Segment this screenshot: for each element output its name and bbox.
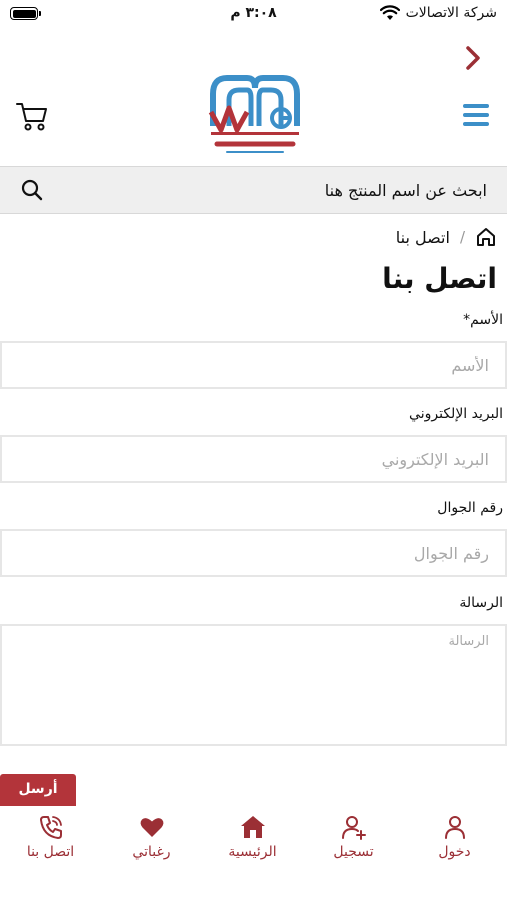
phone-label: رقم الجوال <box>437 500 503 516</box>
message-label: الرسالة <box>459 595 503 611</box>
page-title: اتصل بنا <box>382 262 497 295</box>
breadcrumb: / اتصل بنا <box>396 226 497 248</box>
nav-label: دخول <box>438 844 471 860</box>
name-label: الأسم* <box>463 312 503 328</box>
carrier-name: شركة الاتصالات <box>405 5 497 21</box>
cart-icon[interactable] <box>15 100 49 132</box>
home-icon <box>240 816 265 838</box>
user-icon <box>444 816 465 839</box>
warranty-gate-logo <box>208 75 300 153</box>
search-input[interactable] <box>67 167 507 213</box>
name-field[interactable] <box>0 341 507 389</box>
nav-item-contact[interactable]: اتصل بنا <box>0 814 101 860</box>
nav-item-home[interactable]: الرئيسية <box>202 814 303 860</box>
nav-item-register[interactable]: تسجيل <box>303 814 404 860</box>
nav-label: الرئيسية <box>228 844 277 860</box>
nav-label: تسجيل <box>333 844 374 860</box>
home-icon[interactable] <box>475 226 497 248</box>
bottom-nav: اتصل بنا رغباتي الرئيسية تسجيل دخول <box>0 806 507 900</box>
breadcrumb-separator: / <box>459 228 465 246</box>
heart-icon <box>140 818 163 837</box>
submit-button[interactable]: أرسل <box>0 774 76 810</box>
nav-item-login[interactable]: دخول <box>404 814 505 860</box>
nav-item-wishlist[interactable]: رغباتي <box>101 814 202 860</box>
breadcrumb-current: اتصل بنا <box>395 227 450 247</box>
email-field[interactable] <box>0 435 507 483</box>
email-label: البريد الإلكتروني <box>409 406 503 422</box>
search-icon[interactable] <box>20 178 44 202</box>
search-bar <box>0 166 507 214</box>
wifi-icon <box>379 5 400 20</box>
nav-label: رغباتي <box>132 844 171 860</box>
message-field[interactable] <box>0 624 507 746</box>
carrier-info: شركة الاتصالات <box>379 5 497 21</box>
user-plus-icon <box>341 816 366 840</box>
status-bar: ٣:٠٨ م شركة الاتصالات <box>0 0 507 30</box>
chevron-right-icon[interactable] <box>461 44 485 72</box>
phone-field[interactable] <box>0 529 507 577</box>
hamburger-menu-icon[interactable] <box>463 104 489 126</box>
phone-icon <box>39 816 62 839</box>
nav-label: اتصل بنا <box>26 844 75 860</box>
